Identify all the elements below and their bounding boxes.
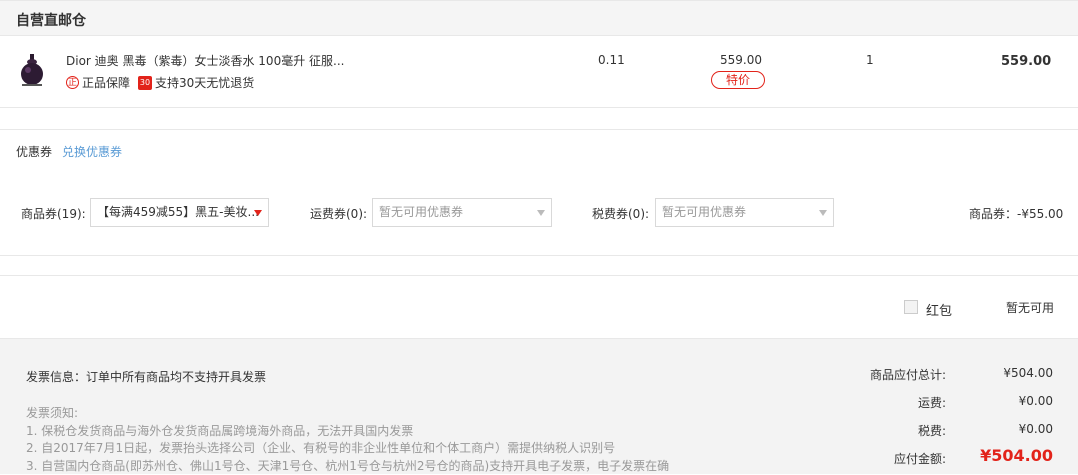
product-subtotal: 559.00 — [1001, 54, 1051, 69]
invoice-notice-line: 3. 自营国内仓商品(即苏州仓、佛山1号仓、天津1号仓、杭州1号仓与杭州2号仓的… — [26, 458, 669, 475]
warehouse-title: 自营直邮仓 — [16, 10, 86, 30]
authentic-label: 正品保障 — [82, 74, 130, 91]
goods-coupon-select[interactable]: 【每满459减55】黑五-美妆... — [90, 198, 269, 227]
goods-coupon-label: 商品券(19): — [21, 205, 86, 222]
goods-coupon-discount: 商品券：-¥55.00 — [969, 205, 1063, 222]
return-label: 支持30天无忧退货 — [155, 74, 254, 91]
coupon-section-title: 优惠券 — [16, 143, 52, 160]
dropdown-caret-icon — [537, 210, 545, 216]
invoice-notice-line: 1. 保税仓发货商品与海外仓发货商品属跨境海外商品，无法开具国内发票 — [26, 423, 669, 441]
special-price-badge: 特价 — [711, 71, 765, 89]
shipping-coupon-label: 运费券(0): — [310, 205, 367, 222]
product-row — [0, 36, 1078, 108]
section-divider — [0, 108, 1078, 130]
exchange-coupon-link[interactable]: 兑换优惠券 — [62, 143, 122, 160]
product-image[interactable] — [18, 52, 46, 88]
authentic-icon: 正 — [66, 76, 79, 89]
product-tags: 正 正品保障 30 支持30天无忧退货 — [66, 74, 254, 91]
tax-coupon-label: 税费券(0): — [592, 205, 649, 222]
warehouse-header — [0, 0, 1078, 36]
payable-label: 应付金额: — [870, 450, 946, 467]
product-name[interactable]: Dior 迪奥 黑毒（紫毒）女士淡香水 100毫升 征服... — [66, 52, 344, 69]
return-30-icon: 30 — [138, 76, 152, 90]
payable-value: ¥504.00 — [960, 446, 1053, 465]
red-packet-label: 红包 — [926, 300, 952, 319]
red-packet-checkbox[interactable] — [904, 300, 918, 314]
product-weight: 0.11 — [598, 53, 625, 67]
tax-coupon-value: 暂无可用优惠券 — [662, 205, 746, 219]
tax-coupon-select[interactable]: 暂无可用优惠券 — [655, 198, 834, 227]
shipping-coupon-select[interactable]: 暂无可用优惠券 — [372, 198, 552, 227]
dropdown-caret-icon — [254, 210, 262, 216]
invoice-info: 发票信息：订单中所有商品均不支持开具发票 — [26, 368, 266, 385]
tax-label: 税费: — [870, 422, 946, 439]
invoice-notice-title: 发票须知: — [26, 405, 669, 423]
tax-value: ¥0.00 — [960, 422, 1053, 436]
goods-total-label: 商品应付总计: — [870, 366, 946, 383]
product-quantity: 1 — [866, 53, 874, 67]
dropdown-caret-icon — [819, 210, 827, 216]
red-packet-status: 暂无可用 — [1006, 299, 1054, 316]
invoice-notice: 发票须知: 1. 保税仓发货商品与海外仓发货商品属跨境海外商品，无法开具国内发票… — [26, 405, 669, 475]
shipping-value: ¥0.00 — [960, 394, 1053, 408]
section-divider — [0, 255, 1078, 276]
shipping-label: 运费: — [870, 394, 946, 411]
invoice-notice-line: 2. 自2017年7月1日起，发票抬头选择公司（企业、有税号的非企业性单位和个体… — [26, 440, 669, 458]
goods-coupon-value: 【每满459减55】黑五-美妆... — [97, 205, 259, 219]
shipping-coupon-value: 暂无可用优惠券 — [379, 205, 463, 219]
goods-total-value: ¥504.00 — [960, 366, 1053, 380]
product-price: 559.00 — [720, 53, 762, 67]
